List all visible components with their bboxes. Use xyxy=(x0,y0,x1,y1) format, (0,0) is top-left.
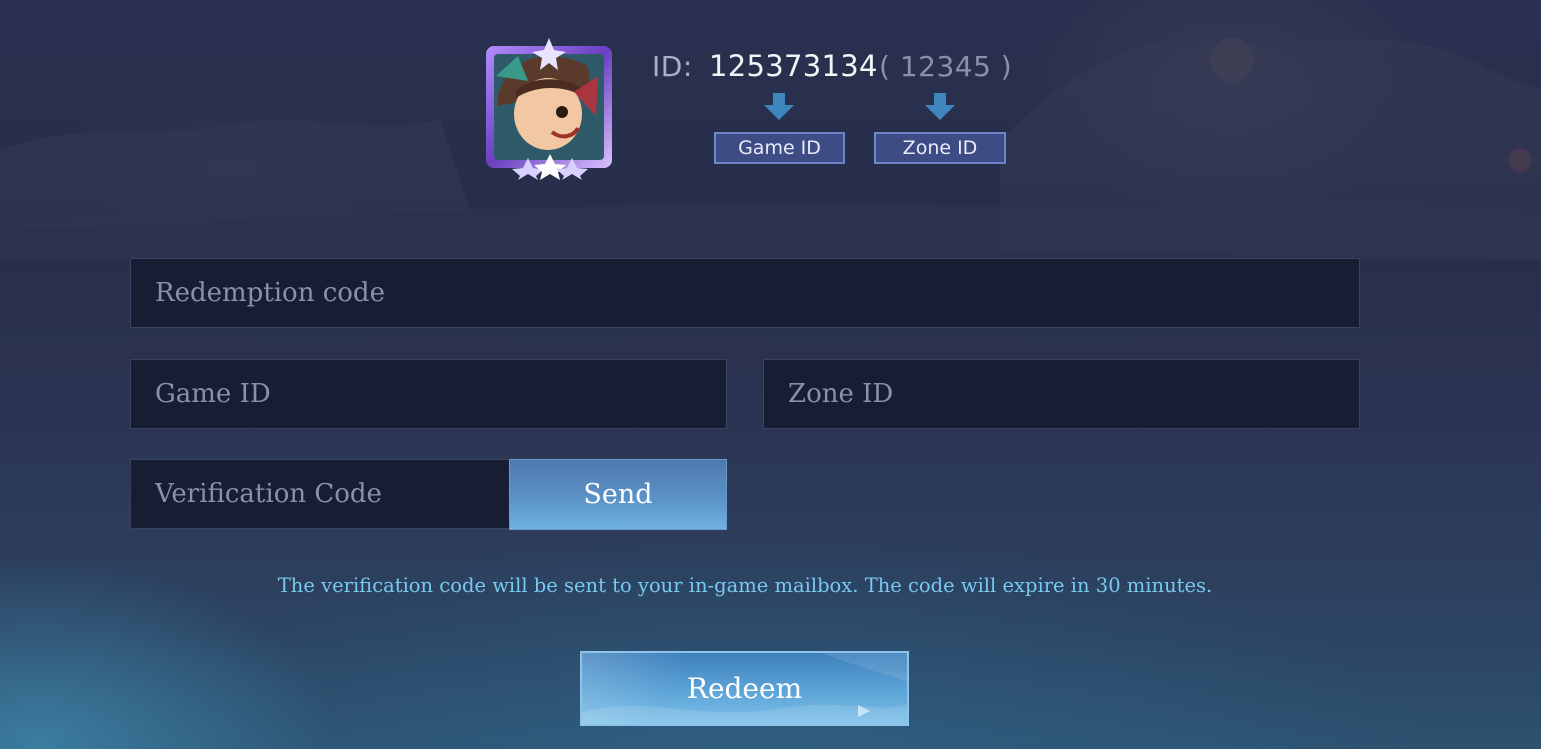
game-id-field xyxy=(130,359,727,429)
verification-code-input[interactable] xyxy=(153,459,509,529)
hero-avatar-icon xyxy=(486,38,612,180)
zone-id-tag: Zone ID xyxy=(874,132,1006,164)
redeem-button-label: Redeem xyxy=(686,672,803,705)
player-avatar xyxy=(478,36,620,180)
verification-notice: The verification code will be sent to yo… xyxy=(277,574,1213,597)
arrow-down-icon xyxy=(764,93,794,120)
zone-id-field xyxy=(763,359,1360,429)
game-id-input[interactable] xyxy=(153,359,726,429)
game-id-tag: Game ID xyxy=(714,132,845,164)
redemption-code-input[interactable] xyxy=(153,258,1359,328)
redeem-button[interactable]: Redeem xyxy=(580,651,909,726)
zone-id-input[interactable] xyxy=(786,359,1359,429)
arrow-down-icon xyxy=(925,93,955,120)
send-button[interactable]: Send xyxy=(509,459,727,530)
id-label: ID: xyxy=(652,50,693,83)
verification-code-field xyxy=(130,459,510,529)
game-id-value: 125373134 xyxy=(709,49,878,83)
redemption-code-field xyxy=(130,258,1360,328)
zone-id-value: ( 12345 ) xyxy=(879,50,1013,83)
